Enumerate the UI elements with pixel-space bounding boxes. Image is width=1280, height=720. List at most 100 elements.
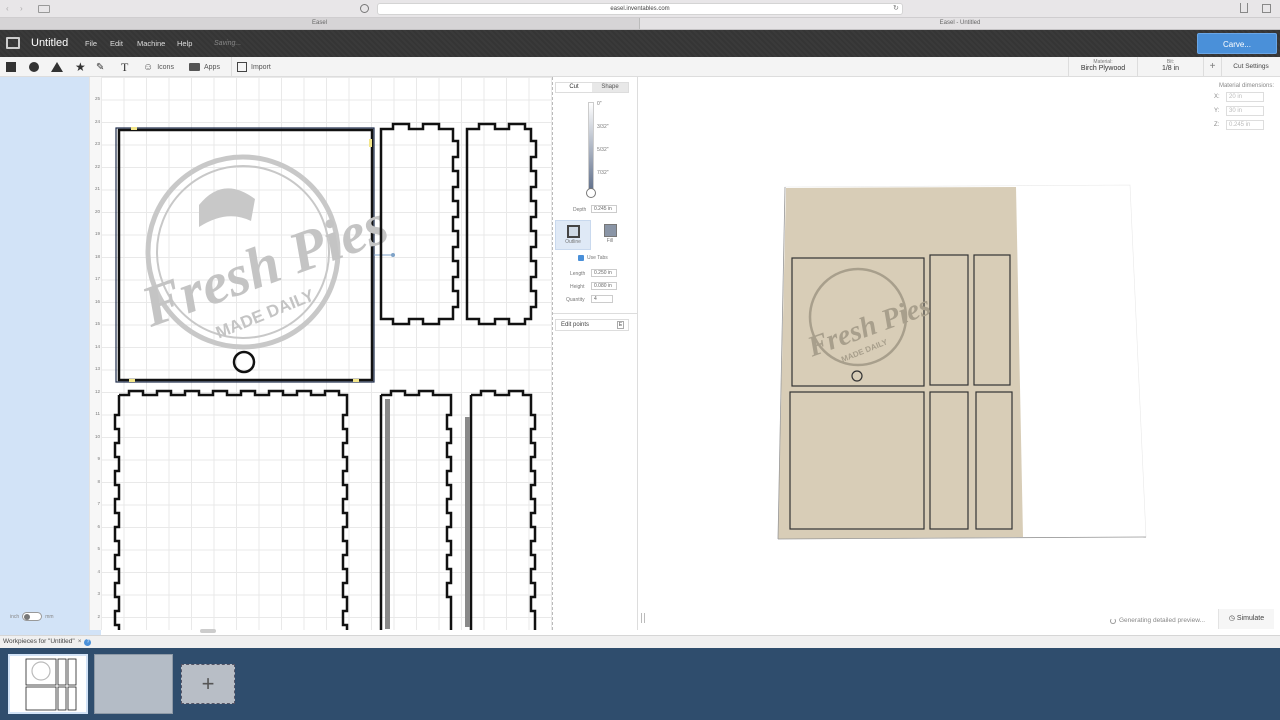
design-canvas[interactable]: Fresh Pies MADE DAILY — [101, 77, 552, 630]
bit-selector[interactable]: Bit: 1/8 in — [1137, 57, 1203, 77]
tab-marker — [465, 417, 470, 627]
sidebar-toggle-button[interactable] — [38, 5, 50, 13]
back-button[interactable]: ‹ — [6, 4, 16, 14]
import-icon — [237, 62, 247, 72]
circle-tool[interactable] — [29, 57, 39, 77]
ruler-tick-label: 7 — [97, 501, 100, 506]
fill-label: Fill — [606, 238, 614, 244]
square-tool[interactable] — [6, 57, 16, 77]
side-panel-top-2[interactable] — [465, 122, 538, 326]
apps-label: Apps — [204, 63, 220, 71]
quantity-stepper[interactable]: 4 — [591, 295, 613, 303]
selection-handle[interactable] — [131, 127, 137, 130]
forward-button[interactable]: › — [20, 4, 30, 14]
side-panel-bottom-2[interactable] — [469, 389, 537, 630]
tab-cut[interactable]: Cut — [556, 83, 592, 92]
ruler-tick-label: 23 — [94, 141, 100, 146]
reload-icon[interactable]: ↻ — [893, 4, 899, 12]
workpieces-label: Workpieces for "Untitled" × ? — [3, 636, 92, 648]
preview-status: Generating detailed preview... — [1110, 617, 1205, 624]
side-panel-top-1[interactable] — [379, 122, 460, 326]
bit-value: 1/8 in — [1161, 65, 1180, 72]
hole-cutout[interactable] — [232, 350, 256, 374]
vertical-ruler: 25 24 23 22 21 20 19 18 17 16 15 14 13 12 11 10 9 8 7 6 5 4 3 2 — [89, 77, 101, 630]
text-tool[interactable]: T — [121, 57, 128, 77]
browser-tab-easel-untitled[interactable]: Easel - Untitled — [640, 18, 1280, 29]
square-icon — [6, 62, 16, 72]
cut-settings-button[interactable]: Cut Settings — [1221, 57, 1280, 77]
ruler-tick-label: 10 — [94, 433, 100, 439]
apps-tool[interactable]: Apps — [189, 57, 220, 77]
menu-help[interactable]: Help — [177, 30, 192, 57]
triangle-tool[interactable] — [51, 57, 63, 77]
tab-shape[interactable]: Shape — [592, 83, 628, 92]
outline-icon — [566, 225, 580, 238]
workpiece-thumbnail-active[interactable] — [8, 654, 88, 714]
text-icon: T — [121, 59, 129, 74]
privacy-icon[interactable] — [360, 4, 369, 13]
shape-toolbar: ★ ✎ T ☺ Icons Apps Import Material: Birch… — [0, 57, 1280, 77]
menu-edit[interactable]: Edit — [110, 30, 123, 57]
carve-button-label: Carve... — [1222, 40, 1251, 49]
unit-mm-label: mm — [45, 613, 54, 620]
save-status: Saving... — [214, 40, 242, 47]
bottom-panel[interactable] — [113, 389, 349, 630]
icons-tool[interactable]: ☺ Icons — [143, 57, 174, 77]
menu-machine[interactable]: Machine — [137, 30, 165, 57]
cut-settings-label: Cut Settings — [1233, 63, 1269, 70]
ruler-tick-label: 2 — [97, 613, 100, 619]
edit-points-button[interactable]: Edit points E — [555, 319, 629, 331]
pie-icon — [199, 188, 255, 227]
depth-label: Depth — [573, 207, 587, 213]
import-tool[interactable]: Import — [231, 57, 271, 77]
ruler-tick-label: 12 — [94, 388, 100, 394]
spinner-icon — [1110, 617, 1116, 624]
selection-handle[interactable] — [353, 379, 359, 382]
material-selector[interactable]: Material: Birch Plywood — [1068, 57, 1137, 77]
url-text: easel.inventables.com — [610, 6, 670, 12]
star-tool[interactable]: ★ — [75, 57, 86, 77]
horizontal-scrollbar-thumb[interactable] — [200, 629, 216, 633]
height-input[interactable]: 0.080 in — [591, 282, 617, 290]
simulate-icon: ◷ — [1228, 615, 1235, 622]
workpiece-thumbnail[interactable] — [94, 654, 173, 714]
plus-icon: + — [201, 671, 215, 696]
document-title[interactable]: Untitled — [31, 30, 68, 57]
fill-option[interactable]: Fill — [592, 220, 628, 250]
use-tabs-checkbox[interactable] — [578, 255, 584, 261]
depth-input[interactable]: 0.245 in — [591, 205, 617, 213]
menu-file[interactable]: File — [85, 30, 97, 57]
preview-collapse-handle[interactable] — [641, 613, 645, 623]
depth-slider-handle[interactable] — [586, 188, 596, 198]
simulate-button[interactable]: ◷ Simulate — [1218, 609, 1274, 629]
tab-marker — [385, 399, 390, 629]
easel-logo-icon[interactable] — [6, 37, 20, 49]
depth-slider-track[interactable] — [588, 102, 594, 194]
add-bit-button[interactable]: + — [1203, 57, 1221, 77]
browser-toolbar: ‹ › easel.inventables.com ↻ — [0, 0, 1280, 18]
circle-icon — [29, 62, 39, 72]
browser-tab-easel[interactable]: Easel — [0, 18, 640, 29]
carve-button[interactable]: Carve... — [1197, 33, 1277, 54]
browser-tab-label: Easel — [311, 20, 327, 26]
depth-tick: 0" — [597, 101, 602, 107]
side-panel-bottom-1[interactable] — [379, 389, 453, 630]
pen-tool[interactable]: ✎ — [96, 57, 104, 77]
unit-toggle[interactable]: inch mm — [10, 612, 54, 621]
selection-handle[interactable] — [369, 139, 372, 147]
tab-cut-label: Cut — [569, 84, 579, 90]
workpieces-title: Workpieces for "Untitled" — [3, 638, 75, 645]
depth-tick: 5/32" — [597, 147, 609, 153]
collapse-workpieces-icon[interactable]: × — [78, 636, 82, 648]
height-label: Height — [570, 284, 585, 290]
help-icon[interactable]: ? — [84, 638, 92, 646]
tabs-overview-icon[interactable] — [1262, 4, 1271, 13]
selection-handle[interactable] — [129, 379, 135, 382]
ruler-tick-label: 8 — [97, 478, 100, 484]
add-workpiece-button[interactable]: + — [181, 664, 235, 704]
length-input[interactable]: 0.250 in — [591, 269, 617, 277]
address-bar[interactable]: easel.inventables.com — [377, 3, 903, 15]
outline-option[interactable]: Outline — [555, 220, 591, 250]
unit-switch[interactable] — [22, 612, 43, 621]
share-icon[interactable] — [1240, 3, 1248, 13]
